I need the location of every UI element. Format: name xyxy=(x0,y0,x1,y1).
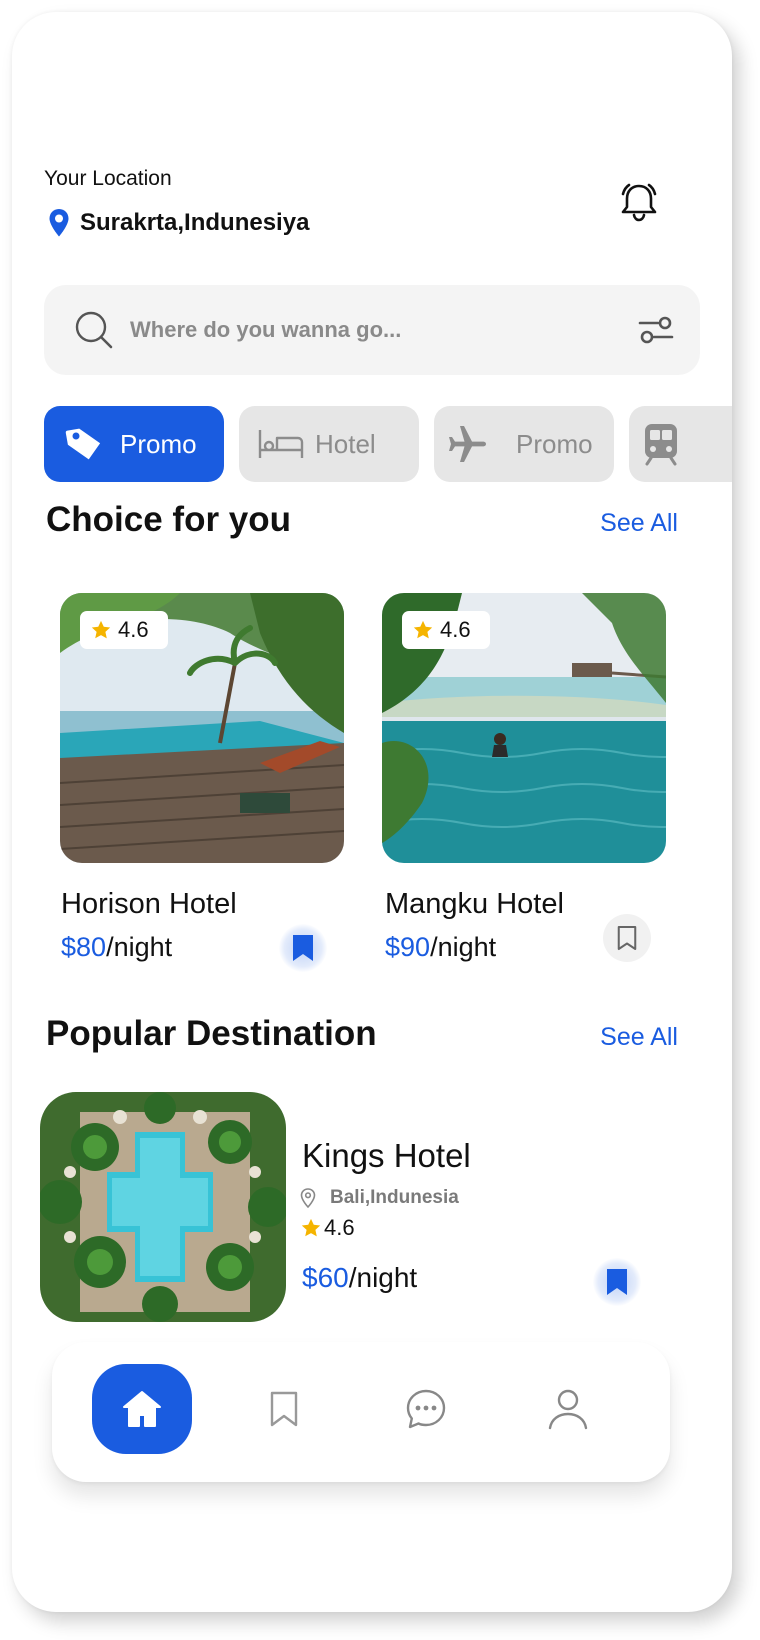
bookmark-icon xyxy=(607,1269,627,1295)
star-icon xyxy=(91,620,111,639)
see-all-popular-link[interactable]: See All xyxy=(600,1023,678,1052)
rating-badge: 4.6 xyxy=(402,611,490,649)
bell-icon[interactable] xyxy=(616,180,662,226)
hotel-card-image[interactable]: 4.6 xyxy=(60,593,344,863)
destination-location-text: Bali,Indunesia xyxy=(330,1187,459,1208)
rating-badge: 4.6 xyxy=(80,611,168,649)
chat-icon xyxy=(406,1389,446,1429)
price-amount: $60 xyxy=(302,1262,349,1293)
search-bar xyxy=(44,285,700,375)
location-selector[interactable]: Surakrta,Indunesiya xyxy=(48,208,309,238)
location-label: Your Location xyxy=(44,167,172,190)
price-amount: $90 xyxy=(385,932,431,962)
hotel-price: $80/night xyxy=(61,932,172,963)
rating-value: 4.6 xyxy=(440,617,471,642)
bookmark-button[interactable] xyxy=(603,914,651,962)
bed-icon xyxy=(258,430,304,458)
tab-messages[interactable] xyxy=(376,1364,476,1454)
price-unit: /night xyxy=(106,932,173,962)
price-unit: /night xyxy=(430,932,497,962)
search-icon xyxy=(75,311,113,349)
star-icon xyxy=(413,620,433,639)
category-chip-flight[interactable]: Promo xyxy=(434,406,614,482)
destination-price: $60/night xyxy=(302,1262,417,1294)
map-pin-icon xyxy=(49,209,69,237)
see-all-choice-link[interactable]: See All xyxy=(600,509,678,538)
destination-location: Bali,Indunesia xyxy=(300,1187,459,1209)
home-icon xyxy=(123,1391,161,1427)
bookmark-button[interactable] xyxy=(279,924,327,972)
filter-sliders-icon[interactable] xyxy=(638,315,674,345)
hotel-name[interactable]: Horison Hotel xyxy=(61,888,237,921)
category-label: Hotel xyxy=(315,428,376,459)
category-label: Promo xyxy=(516,428,593,459)
category-chip-promo[interactable]: Promo xyxy=(44,406,224,482)
category-chip-hotel[interactable]: Hotel xyxy=(239,406,419,482)
category-chips: Promo Hotel Promo xyxy=(44,406,732,482)
phone-screen: Your Location Surakrta,Indunesiya Where … xyxy=(12,12,732,1612)
tab-home[interactable] xyxy=(92,1364,192,1454)
airplane-icon xyxy=(449,426,486,462)
search-input[interactable] xyxy=(130,310,590,350)
section-title-choice: Choice for you xyxy=(46,500,292,539)
star-icon xyxy=(301,1218,321,1237)
bookmark-icon xyxy=(293,935,313,961)
rating-value: 4.6 xyxy=(118,617,149,642)
tab-profile[interactable] xyxy=(518,1364,618,1454)
category-chip-train[interactable] xyxy=(629,406,732,482)
hotel-price: $90/night xyxy=(385,932,496,963)
hotel-name[interactable]: Mangku Hotel xyxy=(385,888,564,921)
profile-icon xyxy=(548,1389,588,1430)
bookmark-icon xyxy=(270,1391,298,1427)
destination-name[interactable]: Kings Hotel xyxy=(302,1137,471,1175)
bookmark-outline-icon xyxy=(617,925,637,951)
rating-value: 4.6 xyxy=(324,1215,355,1240)
section-title-popular: Popular Destination xyxy=(46,1014,377,1053)
bookmark-button[interactable] xyxy=(593,1258,641,1306)
price-amount: $80 xyxy=(61,932,107,962)
destination-image[interactable] xyxy=(40,1092,286,1322)
category-label: Promo xyxy=(120,428,197,459)
tag-icon xyxy=(65,428,101,460)
location-value: Surakrta,Indunesiya xyxy=(80,209,310,236)
map-pin-outline-icon xyxy=(300,1188,316,1208)
price-unit: /night xyxy=(348,1262,418,1293)
destination-photo-aerial-pool xyxy=(40,1092,286,1322)
hotel-card-image[interactable]: 4.6 xyxy=(382,593,666,863)
train-icon xyxy=(645,424,677,466)
bottom-tab-bar xyxy=(52,1342,670,1482)
tab-saved[interactable] xyxy=(234,1364,334,1454)
destination-rating: 4.6 xyxy=(300,1215,355,1241)
